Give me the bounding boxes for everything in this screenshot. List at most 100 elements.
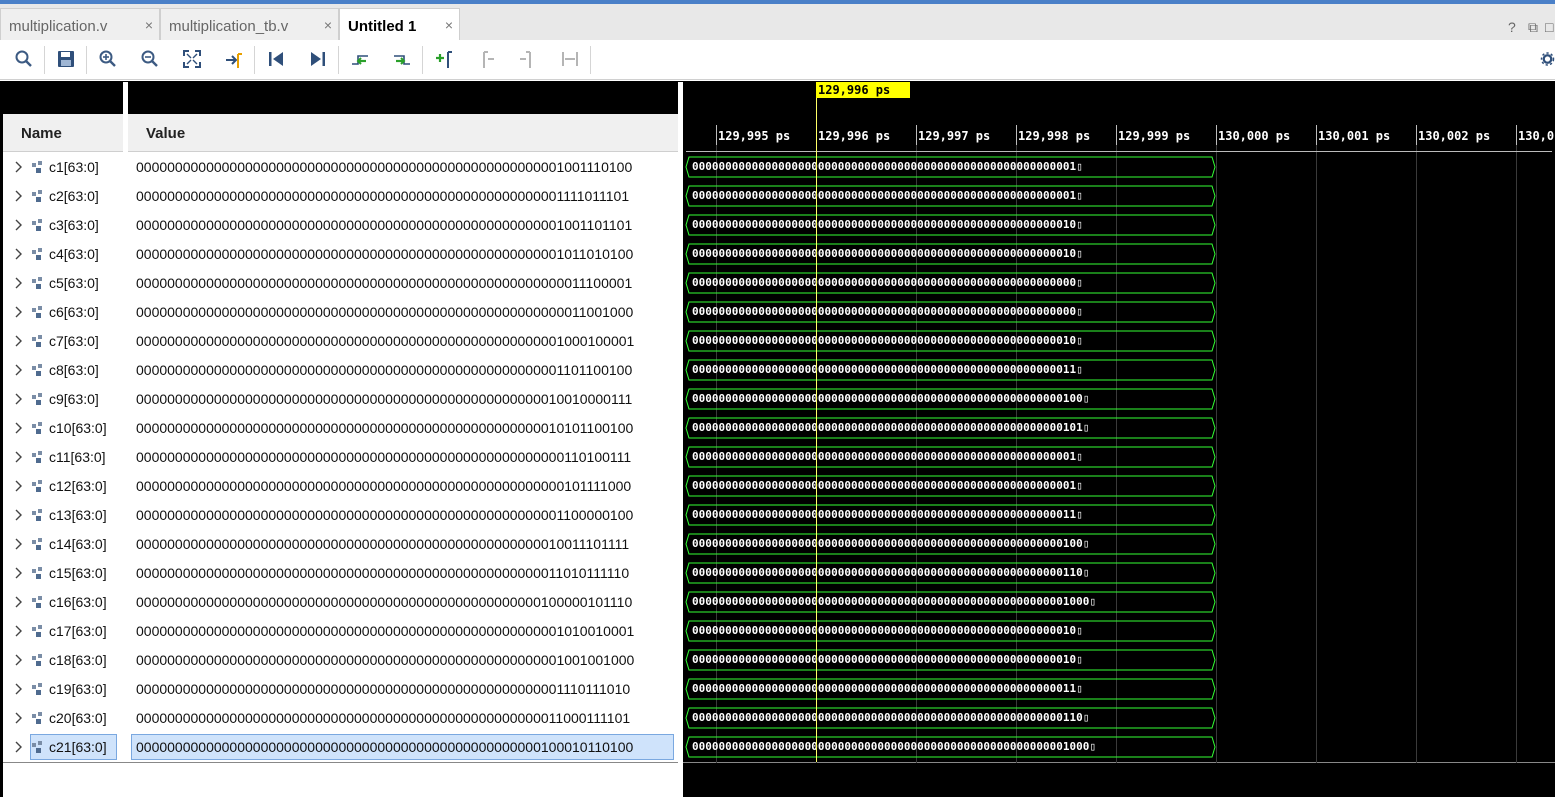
signal-value[interactable]: 0000000000000000000000000000000000000000… xyxy=(136,535,629,553)
signal-name[interactable]: c20[63:0] xyxy=(49,709,107,727)
expand-chevron-icon[interactable] xyxy=(14,507,24,523)
tab-multiplication-tb-v[interactable]: multiplication_tb.v × xyxy=(160,8,339,40)
signal-name[interactable]: c15[63:0] xyxy=(49,564,107,582)
expand-chevron-icon[interactable] xyxy=(14,304,24,320)
signal-name[interactable]: c7[63:0] xyxy=(49,332,99,350)
signal-value[interactable]: 0000000000000000000000000000000000000000… xyxy=(136,361,632,379)
value-column-header[interactable]: Value xyxy=(128,114,678,152)
signal-value[interactable]: 0000000000000000000000000000000000000000… xyxy=(136,709,630,727)
expand-chevron-icon[interactable] xyxy=(14,594,24,610)
toolbar-separator xyxy=(590,46,591,74)
signal-value[interactable]: 0000000000000000000000000000000000000000… xyxy=(136,332,634,350)
signal-value[interactable]: 0000000000000000000000000000000000000000… xyxy=(136,680,630,698)
signal-name[interactable]: c16[63:0] xyxy=(49,593,107,611)
expand-chevron-icon[interactable] xyxy=(14,652,24,668)
restore-icon[interactable]: ⧉ xyxy=(1528,19,1538,36)
signal-name[interactable]: c17[63:0] xyxy=(49,622,107,640)
go-to-last-time-icon[interactable] xyxy=(306,48,330,70)
signal-value[interactable]: 0000000000000000000000000000000000000000… xyxy=(136,419,633,437)
signal-name[interactable]: c10[63:0] xyxy=(49,419,107,437)
signal-name[interactable]: c9[63:0] xyxy=(49,390,99,408)
expand-chevron-icon[interactable] xyxy=(14,478,24,494)
search-icon[interactable] xyxy=(12,48,36,70)
previous-marker-icon[interactable] xyxy=(474,48,498,70)
signal-value[interactable]: 0000000000000000000000000000000000000000… xyxy=(136,158,632,176)
signal-name[interactable]: c21[63:0] xyxy=(49,738,107,756)
expand-chevron-icon[interactable] xyxy=(14,565,24,581)
signal-name[interactable]: c18[63:0] xyxy=(49,651,107,669)
signal-value[interactable]: 0000000000000000000000000000000000000000… xyxy=(136,622,634,640)
signal-value[interactable]: 0000000000000000000000000000000000000000… xyxy=(136,477,631,495)
signal-value[interactable]: 0000000000000000000000000000000000000000… xyxy=(136,448,631,466)
expand-chevron-icon[interactable] xyxy=(14,449,24,465)
close-icon[interactable]: × xyxy=(445,17,453,33)
signal-value[interactable]: 0000000000000000000000000000000000000000… xyxy=(136,274,632,292)
tab-untitled-1[interactable]: Untitled 1 × xyxy=(339,8,460,40)
signal-name[interactable]: c8[63:0] xyxy=(49,361,99,379)
signal-name[interactable]: c3[63:0] xyxy=(49,216,99,234)
signal-value[interactable]: 0000000000000000000000000000000000000000… xyxy=(136,651,634,669)
expand-chevron-icon[interactable] xyxy=(14,420,24,436)
expand-chevron-icon[interactable] xyxy=(14,391,24,407)
signal-name[interactable]: c19[63:0] xyxy=(49,680,107,698)
expand-chevron-icon[interactable] xyxy=(14,739,24,755)
help-icon[interactable]: ? xyxy=(1508,19,1516,35)
signal-value[interactable]: 0000000000000000000000000000000000000000… xyxy=(136,593,632,611)
bus-signal-icon xyxy=(31,160,47,174)
cursor-time-label[interactable]: 129,996 ps xyxy=(816,82,910,98)
next-marker-icon[interactable] xyxy=(516,48,540,70)
tab-multiplication-v[interactable]: multiplication.v × xyxy=(0,8,160,40)
go-to-time-zero-icon[interactable] xyxy=(264,48,288,70)
signal-value[interactable]: 0000000000000000000000000000000000000000… xyxy=(136,564,629,582)
zoom-out-icon[interactable] xyxy=(138,48,162,70)
signal-name[interactable]: c14[63:0] xyxy=(49,535,107,553)
zoom-fit-icon[interactable] xyxy=(180,48,204,70)
panel-divider[interactable] xyxy=(678,82,683,797)
tab-label: multiplication.v xyxy=(9,18,108,35)
bus-signal-icon xyxy=(31,334,47,348)
expand-chevron-icon[interactable] xyxy=(14,217,24,233)
signal-name[interactable]: c2[63:0] xyxy=(49,187,99,205)
time-cursor[interactable] xyxy=(816,98,817,762)
signal-value[interactable]: 0000000000000000000000000000000000000000… xyxy=(136,187,629,205)
signal-name[interactable]: c12[63:0] xyxy=(49,477,107,495)
signal-value[interactable]: 0000000000000000000000000000000000000000… xyxy=(136,216,632,234)
expand-chevron-icon[interactable] xyxy=(14,681,24,697)
save-icon[interactable] xyxy=(54,48,78,70)
expand-chevron-icon[interactable] xyxy=(14,710,24,726)
signal-name[interactable]: c11[63:0] xyxy=(49,448,106,466)
expand-chevron-icon[interactable] xyxy=(14,246,24,262)
zoom-in-icon[interactable] xyxy=(96,48,120,70)
close-icon[interactable]: × xyxy=(145,17,153,33)
signal-name[interactable]: c1[63:0] xyxy=(49,158,99,176)
signal-value[interactable]: 0000000000000000000000000000000000000000… xyxy=(136,738,633,756)
maximize-icon[interactable]: □ xyxy=(1545,19,1553,35)
name-column-header[interactable]: Name xyxy=(3,114,123,152)
expand-chevron-icon[interactable] xyxy=(14,188,24,204)
signal-value[interactable]: 0000000000000000000000000000000000000000… xyxy=(136,390,632,408)
expand-chevron-icon[interactable] xyxy=(14,536,24,552)
signal-value[interactable]: 0000000000000000000000000000000000000000… xyxy=(136,506,633,524)
column-divider[interactable] xyxy=(123,82,128,797)
signal-name[interactable]: c13[63:0] xyxy=(49,506,107,524)
swap-cursors-icon[interactable] xyxy=(558,48,582,70)
expand-chevron-icon[interactable] xyxy=(14,623,24,639)
add-marker-icon[interactable] xyxy=(432,48,456,70)
close-icon[interactable]: × xyxy=(324,17,332,33)
signal-name[interactable]: c6[63:0] xyxy=(49,303,99,321)
previous-transition-icon[interactable] xyxy=(348,48,372,70)
signal-name[interactable]: c5[63:0] xyxy=(49,274,99,292)
toolbar-separator xyxy=(338,46,339,74)
go-to-cursor-icon[interactable] xyxy=(222,48,246,70)
expand-chevron-icon[interactable] xyxy=(14,362,24,378)
signal-value[interactable]: 0000000000000000000000000000000000000000… xyxy=(136,303,633,321)
value-column-label: Value xyxy=(146,125,186,142)
expand-chevron-icon[interactable] xyxy=(14,333,24,349)
expand-chevron-icon[interactable] xyxy=(14,159,24,175)
signal-name[interactable]: c4[63:0] xyxy=(49,245,99,263)
toolbar-separator xyxy=(254,46,255,74)
signal-value[interactable]: 0000000000000000000000000000000000000000… xyxy=(136,245,633,263)
next-transition-icon[interactable] xyxy=(390,48,414,70)
settings-icon[interactable] xyxy=(1540,48,1555,70)
expand-chevron-icon[interactable] xyxy=(14,275,24,291)
